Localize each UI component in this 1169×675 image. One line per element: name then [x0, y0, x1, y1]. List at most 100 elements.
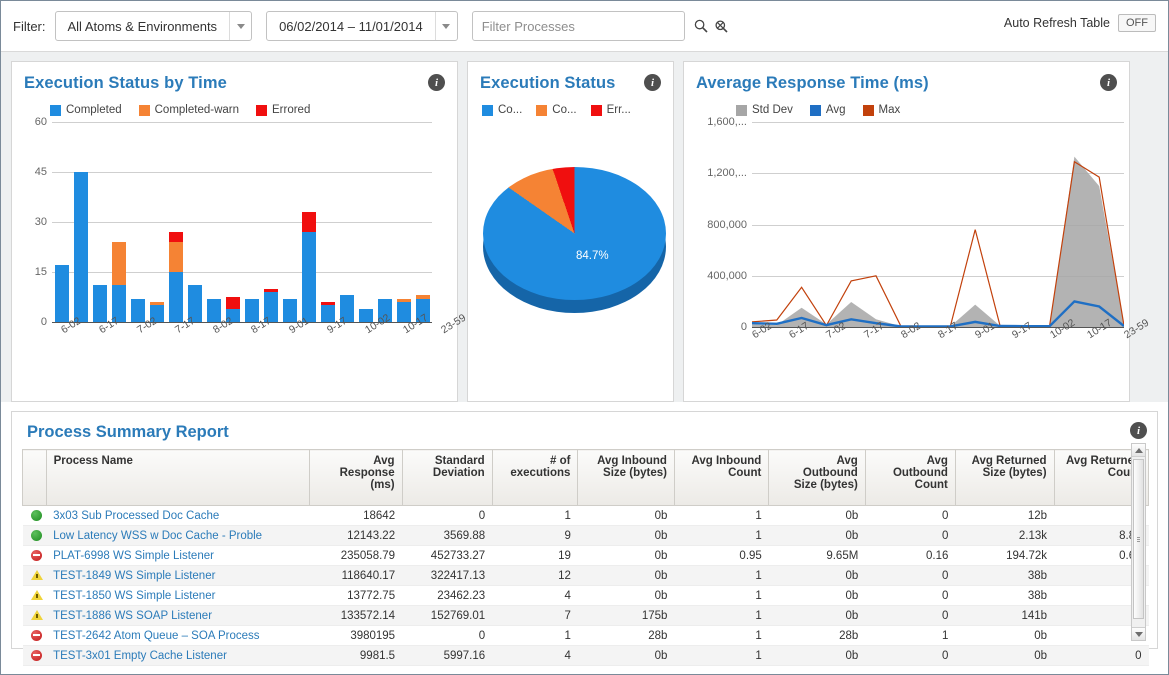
- table-cell: 12143.22: [310, 526, 402, 546]
- scroll-up-arrow-icon[interactable]: [1132, 444, 1145, 457]
- table-cell: 0b: [955, 646, 1054, 666]
- atoms-environments-value: All Atoms & Environments: [56, 12, 230, 40]
- bar[interactable]: [93, 285, 107, 322]
- chevron-down-icon[interactable]: [229, 12, 251, 40]
- bar[interactable]: [131, 299, 145, 322]
- table-row[interactable]: TEST-1850 WS Simple Listener13772.752346…: [23, 586, 1149, 606]
- column-header[interactable]: AvgResponse(ms): [310, 450, 402, 506]
- gridline: [52, 122, 432, 123]
- process-name-link[interactable]: TEST-1886 WS SOAP Listener: [46, 606, 310, 626]
- pie-chart-surface[interactable]: [483, 167, 666, 300]
- legend-item[interactable]: Completed: [50, 104, 122, 116]
- legend-item[interactable]: Co...: [536, 104, 576, 116]
- legend-label: Max: [879, 104, 901, 116]
- clear-search-icon[interactable]: [713, 16, 730, 36]
- table-cell: 152769.01: [402, 606, 492, 626]
- column-header[interactable]: [23, 450, 47, 506]
- legend-item[interactable]: Std Dev: [736, 104, 793, 116]
- search-icon[interactable]: [693, 16, 710, 36]
- y-axis-tick-label: 800,000: [707, 219, 747, 231]
- y-axis-tick-label: 0: [741, 321, 747, 333]
- bar[interactable]: [245, 299, 259, 322]
- process-name-link[interactable]: TEST-1849 WS Simple Listener: [46, 566, 310, 586]
- process-summary-table: Process NameAvgResponse(ms)StandardDevia…: [22, 449, 1149, 666]
- info-icon[interactable]: i: [644, 74, 661, 91]
- legend-swatch: [256, 105, 267, 116]
- column-header[interactable]: Avg ReturnedSize (bytes): [955, 450, 1054, 506]
- process-name-link[interactable]: TEST-2642 Atom Queue – SOA Process: [46, 626, 310, 646]
- bar-segment: [55, 265, 69, 322]
- legend-item[interactable]: Completed-warn: [139, 104, 239, 116]
- column-header[interactable]: AvgOutboundCount: [865, 450, 955, 506]
- auto-refresh-toggle[interactable]: OFF: [1118, 14, 1156, 32]
- legend-item[interactable]: Err...: [591, 104, 631, 116]
- table-cell: 18642: [310, 506, 402, 526]
- bar-segment: [74, 172, 88, 322]
- table-cell: 0: [865, 646, 955, 666]
- table-cell: 4: [492, 646, 578, 666]
- table-row[interactable]: Low Latency WSS w Doc Cache - Proble1214…: [23, 526, 1149, 546]
- column-header[interactable]: Avg InboundCount: [674, 450, 768, 506]
- table-cell: 9.65M: [769, 546, 866, 566]
- table-row[interactable]: 3x03 Sub Processed Doc Cache18642010b10b…: [23, 506, 1149, 526]
- legend-swatch: [536, 105, 547, 116]
- status-warning-icon: [31, 570, 43, 580]
- bar[interactable]: [397, 299, 411, 322]
- table-cell: 118640.17: [310, 566, 402, 586]
- process-name-link[interactable]: TEST-1850 WS Simple Listener: [46, 586, 310, 606]
- table-cell: 9: [492, 526, 578, 546]
- y-axis-tick-label: 1,600,...: [707, 116, 747, 128]
- page-title: Execution Status: [480, 74, 661, 93]
- scroll-down-arrow-icon[interactable]: [1132, 627, 1145, 640]
- column-header[interactable]: # ofexecutions: [492, 450, 578, 506]
- bar[interactable]: [207, 299, 221, 322]
- bar-segment: [226, 297, 240, 309]
- atoms-environments-select[interactable]: All Atoms & Environments: [55, 11, 253, 41]
- table-cell: 0: [865, 566, 955, 586]
- bar[interactable]: [321, 302, 335, 322]
- table-row[interactable]: TEST-2642 Atom Queue – SOA Process398019…: [23, 626, 1149, 646]
- bar[interactable]: [302, 212, 316, 322]
- table-row[interactable]: TEST-1849 WS Simple Listener118640.17322…: [23, 566, 1149, 586]
- bar[interactable]: [112, 242, 126, 322]
- column-header[interactable]: AvgOutboundSize (bytes): [769, 450, 866, 506]
- bar-segment: [397, 299, 411, 302]
- bar-segment: [93, 285, 107, 322]
- pie-chart: 84.7%: [480, 140, 661, 370]
- x-axis-tick-label: 23-59: [1122, 317, 1151, 341]
- column-header[interactable]: Avg InboundSize (bytes): [578, 450, 675, 506]
- process-filter-input[interactable]: Filter Processes: [472, 11, 685, 41]
- date-range-select[interactable]: 06/02/2014 – 11/01/2014: [266, 11, 458, 41]
- info-icon[interactable]: i: [428, 74, 445, 91]
- legend-item[interactable]: Max: [863, 104, 901, 116]
- bar-segment: [416, 295, 430, 298]
- process-name-link[interactable]: PLAT-6998 WS Simple Listener: [46, 546, 310, 566]
- table-cell: 38b: [955, 586, 1054, 606]
- column-header[interactable]: StandardDeviation: [402, 450, 492, 506]
- table-row[interactable]: TEST-3x01 Empty Cache Listener9981.55997…: [23, 646, 1149, 666]
- table-row[interactable]: PLAT-6998 WS Simple Listener235058.79452…: [23, 546, 1149, 566]
- column-header[interactable]: Process Name: [46, 450, 310, 506]
- bar[interactable]: [55, 265, 69, 322]
- bar[interactable]: [283, 299, 297, 322]
- table-cell: 0b: [769, 506, 866, 526]
- info-icon[interactable]: i: [1130, 422, 1147, 439]
- chevron-down-icon[interactable]: [435, 12, 457, 40]
- bar-segment: [112, 242, 126, 285]
- legend-label: Avg: [826, 104, 846, 116]
- legend-item[interactable]: Errored: [256, 104, 310, 116]
- scrollbar-thumb[interactable]: [1133, 459, 1144, 619]
- table-scrollbar[interactable]: [1131, 443, 1146, 641]
- process-name-link[interactable]: 3x03 Sub Processed Doc Cache: [46, 506, 310, 526]
- table-cell: 175b: [578, 606, 675, 626]
- process-name-link[interactable]: Low Latency WSS w Doc Cache - Proble: [46, 526, 310, 546]
- status-badge: [23, 606, 47, 626]
- legend-item[interactable]: Co...: [482, 104, 522, 116]
- legend-item[interactable]: Avg: [810, 104, 846, 116]
- bar[interactable]: [74, 172, 88, 322]
- process-name-link[interactable]: TEST-3x01 Empty Cache Listener: [46, 646, 310, 666]
- info-icon[interactable]: i: [1100, 74, 1117, 91]
- bar[interactable]: [169, 232, 183, 322]
- table-cell: 0: [865, 606, 955, 626]
- table-row[interactable]: TEST-1886 WS SOAP Listener133572.1415276…: [23, 606, 1149, 626]
